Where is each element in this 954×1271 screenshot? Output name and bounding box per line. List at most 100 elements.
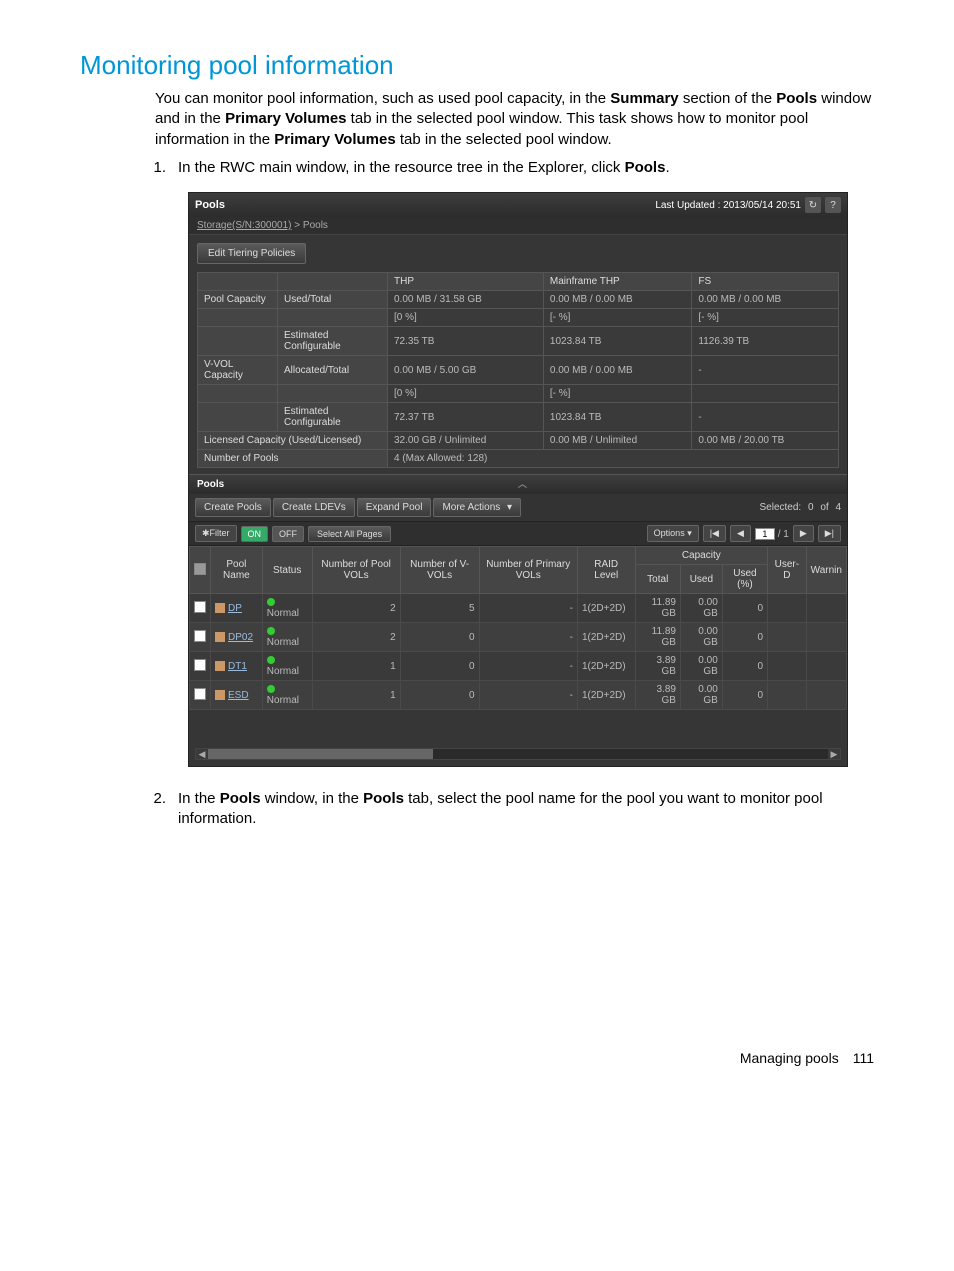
options-dropdown[interactable]: Options ▾ <box>647 525 699 542</box>
step-text: window, in the <box>261 790 364 807</box>
cell-raid-level: 1(2D+2D) <box>577 594 635 623</box>
cell-value: [0 %] <box>388 385 544 403</box>
status-icon <box>267 598 275 606</box>
step-1: 1. In the RWC main window, in the resour… <box>150 158 874 178</box>
filter-on-toggle[interactable]: ON <box>241 526 269 542</box>
cell-user-d <box>768 652 807 681</box>
subpanel-title-text: Pools <box>197 479 224 490</box>
row-checkbox[interactable] <box>194 688 206 700</box>
step-text: In the <box>178 790 220 807</box>
breadcrumb-storage-link[interactable]: Storage(S/N:300001) <box>197 220 292 231</box>
pool-name-link[interactable]: DT1 <box>228 661 247 672</box>
more-actions-label: More Actions <box>442 502 500 513</box>
pool-name-link[interactable]: DP02 <box>228 632 253 643</box>
cell-value: [- %] <box>692 309 839 327</box>
cell-warning <box>806 594 846 623</box>
cell-num-vvols: 5 <box>400 594 479 623</box>
col-num-pool-vols[interactable]: Number of Pool VOLs <box>312 547 400 594</box>
cell-used: 0.00 GB <box>680 652 722 681</box>
cell-value: 0.00 MB / 31.58 GB <box>388 291 544 309</box>
col-total[interactable]: Total <box>635 565 680 594</box>
refresh-icon[interactable]: ↻ <box>805 197 821 213</box>
cell-raid-level: 1(2D+2D) <box>577 652 635 681</box>
pools-subpanel-title: Pools ︿ <box>189 474 847 494</box>
page-next-button[interactable]: ▶ <box>793 525 814 542</box>
create-ldevs-button[interactable]: Create LDEVs <box>273 498 355 517</box>
table-row[interactable]: ESDNormal10-1(2D+2D)3.89 GB0.00 GB0 <box>190 681 847 710</box>
section-heading: Monitoring pool information <box>80 50 874 81</box>
bold-primary-volumes: Primary Volumes <box>274 131 395 148</box>
status-text: Normal <box>267 695 299 706</box>
col-num-vvols[interactable]: Number of V-VOLs <box>400 547 479 594</box>
col-status[interactable]: Status <box>262 547 312 594</box>
expand-pool-button[interactable]: Expand Pool <box>357 498 432 517</box>
col-warning[interactable]: Warnin <box>806 547 846 594</box>
col-num-primary-vols[interactable]: Number of Primary VOLs <box>479 547 577 594</box>
cell-used-pct: 0 <box>722 594 767 623</box>
cell-value: 0.00 MB / Unlimited <box>543 432 691 450</box>
cell-used-pct: 0 <box>722 652 767 681</box>
step-2: 2. In the Pools window, in the Pools tab… <box>150 789 874 830</box>
col-raid-level[interactable]: RAID Level <box>577 547 635 594</box>
breadcrumb-separator: > <box>292 220 303 231</box>
page-first-button[interactable]: |◀ <box>703 525 726 542</box>
selected-count: 0 <box>808 502 814 513</box>
footer-section: Managing pools <box>740 1050 839 1066</box>
page-prev-button[interactable]: ◀ <box>730 525 751 542</box>
step-text: In the RWC main window, in the resource … <box>178 159 625 176</box>
cell-value: [- %] <box>543 385 691 403</box>
cell-num-vvols: 0 <box>400 652 479 681</box>
cell-user-d <box>768 623 807 652</box>
table-row[interactable]: DT1Normal10-1(2D+2D)3.89 GB0.00 GB0 <box>190 652 847 681</box>
cell-used-pct: 0 <box>722 681 767 710</box>
cell-value: 0.00 MB / 20.00 TB <box>692 432 839 450</box>
window-title: Pools <box>195 199 225 211</box>
bold-pools: Pools <box>776 90 817 107</box>
pools-toolbar: Create Pools Create LDEVs Expand Pool Mo… <box>189 494 847 522</box>
scroll-left-arrow[interactable]: ◀ <box>196 749 208 759</box>
cell-warning <box>806 681 846 710</box>
window-title-bar: Pools Last Updated : 2013/05/14 20:51 ↻ … <box>189 193 847 217</box>
col-used-pct[interactable]: Used (%) <box>722 565 767 594</box>
cell-used: 0.00 GB <box>680 681 722 710</box>
edit-tiering-policies-button[interactable]: Edit Tiering Policies <box>197 243 306 264</box>
col-used[interactable]: Used <box>680 565 722 594</box>
cell-value: 72.37 TB <box>388 403 544 432</box>
row-checkbox[interactable] <box>194 601 206 613</box>
select-all-pages-button[interactable]: Select All Pages <box>308 526 391 542</box>
page-current-input[interactable] <box>755 528 775 540</box>
chevron-down-icon: ▾ <box>507 502 512 513</box>
help-icon[interactable]: ? <box>825 197 841 213</box>
header-checkbox[interactable] <box>194 563 206 575</box>
pool-name-link[interactable]: DP <box>228 603 242 614</box>
cell-value: - <box>692 356 839 385</box>
pool-name-link[interactable]: ESD <box>228 690 249 701</box>
horizontal-scrollbar[interactable]: ◀ ▶ <box>195 748 841 760</box>
scroll-right-arrow[interactable]: ▶ <box>828 749 840 759</box>
filter-off-toggle[interactable]: OFF <box>272 526 304 542</box>
cell-value: 1023.84 TB <box>543 327 691 356</box>
col-capacity: Capacity <box>635 547 768 565</box>
scroll-thumb[interactable] <box>208 749 433 759</box>
cell-warning <box>806 623 846 652</box>
table-row[interactable]: DPNormal25-1(2D+2D)11.89 GB0.00 GB0 <box>190 594 847 623</box>
page-footer: Managing pools 111 <box>80 1050 874 1066</box>
status-icon <box>267 656 275 664</box>
col-user-defined[interactable]: User-D <box>768 547 807 594</box>
row-checkbox[interactable] <box>194 659 206 671</box>
pool-icon <box>215 603 225 613</box>
pools-data-table: Pool Name Status Number of Pool VOLs Num… <box>189 546 847 710</box>
cell-user-d <box>768 681 807 710</box>
collapse-icon[interactable]: ︿ <box>518 477 527 490</box>
table-row[interactable]: DP02Normal20-1(2D+2D)11.89 GB0.00 GB0 <box>190 623 847 652</box>
row-checkbox[interactable] <box>194 630 206 642</box>
cell-used-pct: 0 <box>722 623 767 652</box>
cell-num-pool-vols: 1 <box>312 652 400 681</box>
create-pools-button[interactable]: Create Pools <box>195 498 271 517</box>
row-label: V-VOL Capacity <box>198 356 278 385</box>
col-pool-name[interactable]: Pool Name <box>211 547 263 594</box>
more-actions-button[interactable]: More Actions ▾ <box>433 498 521 517</box>
cell-num-primary-vols: - <box>479 652 577 681</box>
filter-button[interactable]: ✱Filter <box>195 525 237 542</box>
page-last-button[interactable]: ▶| <box>818 525 841 542</box>
